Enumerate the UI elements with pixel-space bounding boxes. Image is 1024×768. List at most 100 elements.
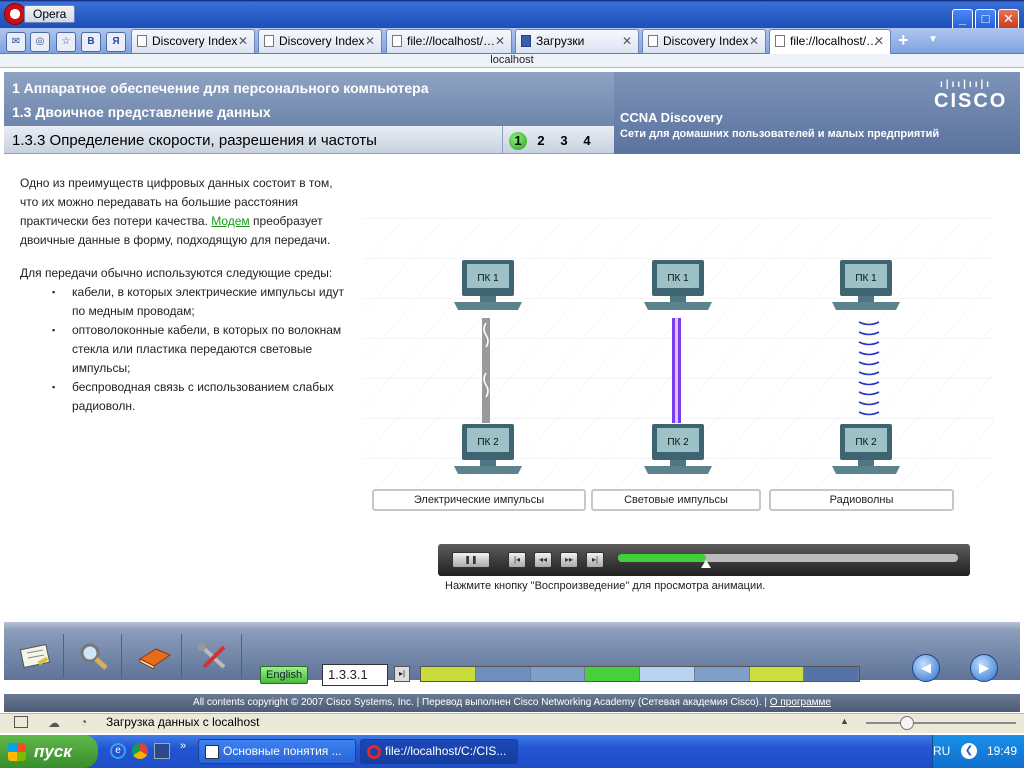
maximize-button[interactable]: □ [975,9,996,30]
tab-discovery-index-2[interactable]: Discovery Index ✕ [258,29,382,53]
animation-player: ❚❚ |◂ ◂◂ ▸▸ ▸| [438,544,970,576]
animation-progress-fill [618,554,707,562]
tab-label: Discovery Index [152,34,238,48]
page-3-button[interactable]: 3 [555,132,573,150]
tab-close-icon[interactable]: ✕ [749,30,759,52]
opera-icon [367,745,381,759]
pc2-label: ПК 2 [855,437,877,448]
status-text: Загрузка данных с localhost [106,715,260,729]
mail-icon[interactable]: ✉ [6,32,26,52]
document-icon [775,35,785,47]
tab-downloads[interactable]: Загрузки ✕ [515,29,639,53]
vk-icon[interactable]: В [81,32,101,52]
chrome-icon[interactable] [132,743,148,759]
progress-segment[interactable] [640,667,695,681]
cisco-bars-icon: ı|ıı|ıı|ı [940,79,993,90]
progress-segment[interactable] [694,667,750,681]
start-button[interactable]: пуск [0,735,98,768]
progress-segment[interactable] [804,667,859,681]
progress-segment[interactable] [421,667,476,681]
tab-file-localhost-1[interactable]: file://localhost/… ✕ [386,29,512,53]
course-progress-bar[interactable] [420,666,860,682]
step-back-button[interactable]: ◂◂ [534,552,552,568]
toolbar-top-edge [4,622,1020,630]
progress-thumb-icon[interactable] [701,560,712,568]
tab-discovery-index-1[interactable]: Discovery Index ✕ [131,29,255,53]
fiber-core [675,318,678,423]
progress-segment[interactable] [749,667,805,681]
task-word-document[interactable]: Основные понятия ... [198,739,356,764]
list-item: оптоволоконные кабели, в которых по воло… [52,321,350,378]
address-bar[interactable]: localhost [0,54,1024,68]
tab-label: file://localhost/… [790,34,879,48]
ie-icon[interactable]: e [110,743,126,759]
about-link[interactable]: О программе [770,697,831,708]
pc-icon [644,424,712,474]
notes-icon[interactable] [8,634,64,678]
progress-segment[interactable] [475,667,531,681]
transmission-diagram: ПК 1 ПК 1 ПК 1 ПК 2 ПК 2 ПК 2 [364,218,994,488]
page-4-button[interactable]: 4 [578,132,596,150]
go-section-button[interactable]: ▸| [394,666,410,682]
tools-icon[interactable] [186,634,242,678]
panel-toggle-icon[interactable] [14,716,28,728]
opera-icon[interactable]: ◎ [30,32,50,52]
rewind-start-button[interactable]: |◂ [508,552,526,568]
tab-list-chevron-icon[interactable]: ▼ [928,34,938,45]
tab-close-icon[interactable]: ✕ [622,30,632,52]
cloud-icon[interactable]: ☁ [48,716,60,730]
modem-link[interactable]: Модем [211,214,249,228]
progress-segment[interactable] [530,667,586,681]
section-id-input[interactable]: 1.3.3.1 [322,664,388,686]
minimize-button[interactable]: _ [952,9,973,30]
opera-menu-button[interactable]: Opera [24,5,76,23]
clock[interactable]: 19:49 [987,735,1017,768]
tab-label: Discovery Index [279,34,365,48]
task-label: file://localhost/C:/CIS... [385,744,507,758]
skip-end-button[interactable]: ▸| [586,552,604,568]
media-intro-text: Для передачи обычно используются следующ… [20,266,333,280]
list-item: кабели, в которых электрические импульсы… [52,283,350,321]
step-forward-button[interactable]: ▸▸ [560,552,578,568]
yandex-icon[interactable]: Я [106,32,126,52]
pause-button[interactable]: ❚❚ [452,552,490,568]
media-icon[interactable] [154,743,170,759]
tab-close-icon[interactable]: ✕ [874,30,884,52]
show-hidden-icons-icon[interactable]: ❮ [961,743,977,759]
page-1-button[interactable]: 1 [509,132,527,150]
speed-dial-icon[interactable]: ◔ [80,715,87,729]
language-indicator[interactable]: RU [933,735,950,768]
page-2-button[interactable]: 2 [532,132,550,150]
progress-segment[interactable] [585,667,640,681]
intro-paragraph: Одно из преимуществ цифровых данных сост… [20,174,350,250]
next-page-button[interactable]: ▶ [970,654,998,682]
pc1-label: ПК 1 [855,273,877,284]
tab-label: Загрузки [536,34,585,48]
tab-discovery-index-3[interactable]: Discovery Index ✕ [642,29,766,53]
close-window-button[interactable]: ✕ [998,9,1019,30]
zoom-slider-thumb[interactable] [900,716,914,730]
media-paragraph: Для передачи обычно используются следующ… [20,264,350,416]
zoom-slider-track[interactable] [866,722,1016,724]
tab-file-localhost-active[interactable]: file://localhost/… ✕ [769,29,891,54]
scroll-up-icon[interactable]: ▲ [840,716,849,726]
tab-close-icon[interactable]: ✕ [238,30,248,52]
system-tray: RU ❮ 19:49 [932,735,1024,768]
search-icon[interactable] [66,634,122,678]
list-item: беспроводная связь с использованием слаб… [52,378,350,416]
language-button[interactable]: English [260,666,309,684]
book-icon[interactable] [126,634,182,678]
electric-pulses-label: Электрические импульсы [372,489,586,511]
previous-page-button[interactable]: ◀ [912,654,940,682]
star-icon[interactable]: ☆ [56,32,76,52]
windows-logo-icon [8,743,26,761]
pc-icon [832,424,900,474]
tab-close-icon[interactable]: ✕ [365,30,375,52]
new-tab-button[interactable]: + [898,30,909,51]
pc-icon [454,424,522,474]
tab-close-icon[interactable]: ✕ [495,30,505,52]
media-list: кабели, в которых электрические импульсы… [52,283,350,416]
pc-icon [454,260,522,310]
task-opera-browser[interactable]: file://localhost/C:/CIS... [360,739,518,764]
more-apps-chevron-icon[interactable]: » [180,740,186,752]
